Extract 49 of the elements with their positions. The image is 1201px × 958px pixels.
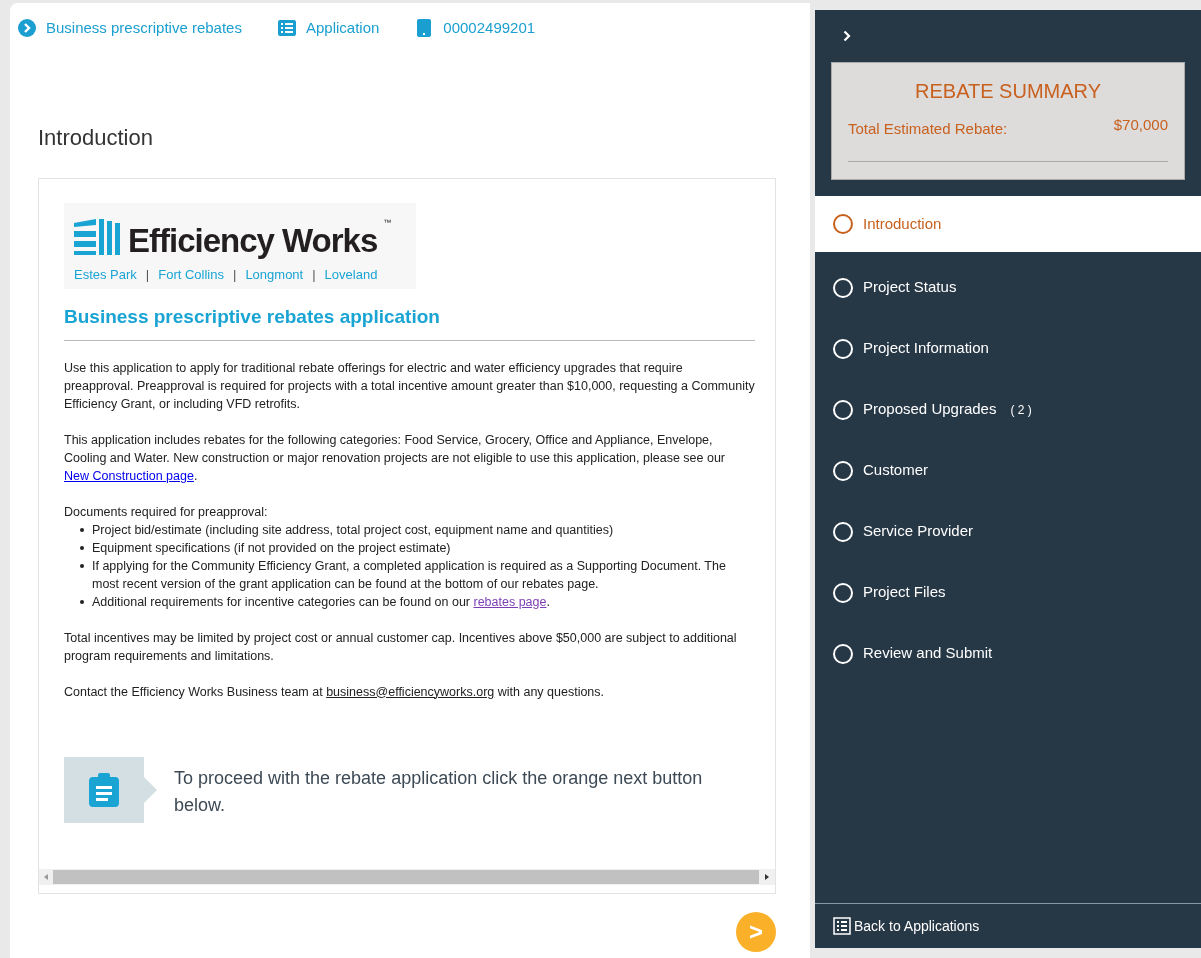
step-item[interactable]: Project Information — [815, 318, 1201, 379]
clipboard-icon — [88, 772, 120, 807]
city-name: Fort Collins — [158, 266, 224, 284]
link[interactable]: New Construction page — [64, 468, 194, 483]
paragraph: This application includes rebates for the following categories: Food Service, Grocery, Office and Appliance, Envelope, Cooling and Water. New construction or major renovation projects are not eligible to use this application, please see our New Construction page. — [64, 431, 726, 485]
bullet-icon — [80, 563, 84, 568]
paragraph: Contact the Efficiency Works Business team at business@efficiencyworks.org with any questions. — [64, 683, 606, 701]
list-item-text: Project bid/estimate (including site address, total project cost, equipment name and quantities) — [92, 521, 614, 539]
summary-title: REBATE SUMMARY — [914, 79, 1102, 104]
summary-label: Total Estimated Rebate: — [848, 119, 1008, 139]
step-item[interactable]: Proposed Upgrades ( 2 ) — [815, 379, 1201, 440]
trademark: ™ — [383, 217, 392, 229]
list-icon — [277, 19, 296, 37]
scroll-right-icon[interactable] — [765, 874, 769, 880]
list-item-text: Equipment specifications (if not provided on the project estimate) — [92, 539, 451, 557]
list-title: Documents required for preapproval: — [64, 503, 269, 521]
step-item[interactable]: Review and Submit — [815, 623, 1201, 684]
page-title: Introduction — [38, 124, 153, 152]
building-bars-icon — [74, 217, 122, 257]
separator: | — [233, 266, 237, 284]
count-label: ( 2 ) — [1010, 401, 1032, 419]
city-name: Estes Park — [74, 266, 137, 284]
heading: Business prescriptive rebates application — [64, 303, 755, 341]
bullet-icon — [80, 599, 84, 604]
step-item[interactable]: Introduction — [815, 196, 1201, 252]
step-item[interactable]: Project Status — [815, 257, 1201, 318]
list-item-text: If applying for the Community Efficiency Grant, a completed application is required as a Supporting Document. The most recent version of the grant application can be found at the bottom of our rebates page. — [92, 557, 727, 593]
horizontal-scrollbar[interactable] — [39, 869, 775, 885]
city-name: Longmont — [245, 266, 304, 284]
list-icon — [833, 917, 851, 935]
summary-value: $70,000 — [1113, 115, 1168, 135]
tablet-icon — [415, 19, 434, 37]
separator: | — [312, 266, 316, 284]
logo-wordmark: Efficiency Works — [128, 224, 378, 257]
callout-text: To proceed with the rebate application click the orange next button below. — [174, 766, 704, 817]
chevron-circle-icon — [18, 19, 36, 37]
chevron-right-icon[interactable] — [843, 30, 851, 42]
bullet-icon — [80, 527, 84, 532]
step-item[interactable]: Service Provider — [815, 501, 1201, 562]
step-item[interactable]: Project Files — [815, 562, 1201, 623]
separator: | — [145, 266, 150, 284]
paragraph: Total incentives may be limited by project cost or annual customer cap. Incentives above $50,000 are subject to additional program requirements and limitations. — [64, 629, 738, 665]
city-name: Loveland — [324, 266, 378, 284]
bullet-icon — [80, 545, 84, 550]
step-item[interactable]: Customer — [815, 440, 1201, 501]
list-item-text: Additional requirements for incentive categories can be found on our rebates page. — [92, 593, 550, 611]
back-to-applications-link[interactable]: Back to Applications — [833, 915, 980, 937]
link[interactable]: business@efficiencyworks.org — [326, 684, 495, 699]
paragraph: Use this application to apply for traditional rebate offerings for electric and water efficiency upgrades that require preapproval. Preapproval is required for projects with a total incentive amount greater than $10,000, requesting a Community Efficiency Grant, or including VFD retrofits. — [64, 359, 755, 413]
